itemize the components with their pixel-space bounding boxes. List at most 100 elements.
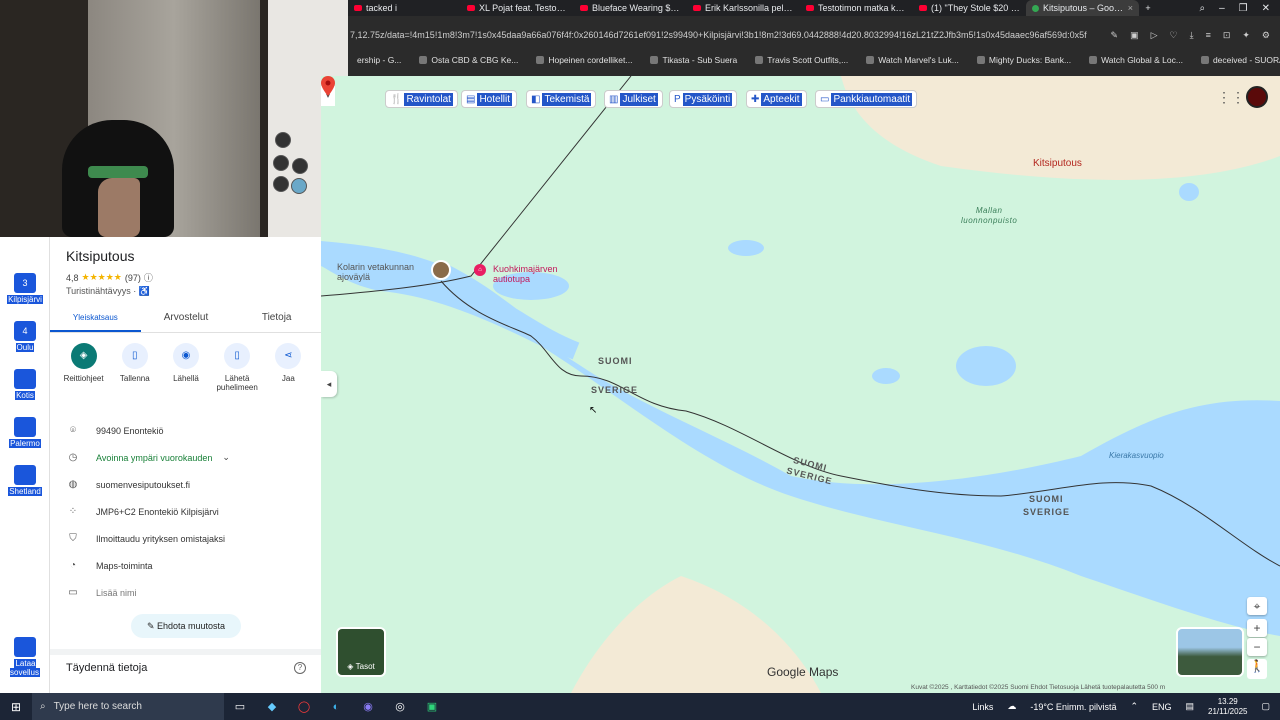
play-icon[interactable]: ▷	[1151, 30, 1158, 41]
clock[interactable]: 13.29 21/11/2025	[1208, 697, 1247, 717]
bookmark[interactable]: Hopeinen cordelliket...	[527, 55, 641, 65]
menu-icon[interactable]: ≡	[1206, 30, 1211, 41]
info-icon[interactable]: ⓘ	[144, 271, 153, 284]
windows-start-icon[interactable]: ⊞	[0, 700, 32, 714]
taskbar-search[interactable]: ⌕ Type here to search	[32, 693, 224, 720]
screenshot-icon[interactable]: ▣	[1130, 30, 1139, 41]
sidebar-item[interactable]: Shetland	[6, 465, 44, 496]
shelter-icon[interactable]: ⌂	[474, 264, 486, 276]
close-tab-icon[interactable]: ×	[1128, 3, 1133, 13]
bookmark[interactable]: Travis Scott Outfits,...	[746, 55, 857, 65]
website-row[interactable]: ◍ suomenvesiputoukset.fi	[50, 471, 321, 498]
tab-reviews[interactable]: Arvostelut	[141, 309, 232, 332]
pegman-icon[interactable]: 🚶	[1247, 659, 1267, 679]
task-view-icon[interactable]: ▭	[224, 700, 256, 713]
poi-photo[interactable]	[431, 260, 451, 280]
tab-overview[interactable]: Yleiskatsaus	[50, 309, 141, 332]
add-label-row[interactable]: ▭ Lisää nimi	[50, 579, 321, 606]
zoom-out-button[interactable]: −	[1247, 638, 1267, 656]
poi-label[interactable]: Kuohkimajärven autiotupa	[493, 264, 558, 284]
bookmark[interactable]: Watch Global & Loc...	[1080, 55, 1192, 65]
notifications-icon[interactable]: ▢	[1261, 701, 1270, 712]
category-chip-parking[interactable]: P Pysäköinti	[669, 90, 738, 108]
directions-button[interactable]: ◈ Reittiohjeet	[59, 343, 109, 392]
share-button[interactable]: ⋖ Jaa	[263, 343, 313, 392]
category-chip-atms[interactable]: ▭ Pankkiautomaatit	[815, 90, 918, 108]
tray-chevron-icon[interactable]: ⌃	[1130, 701, 1138, 712]
address-row[interactable]: ⌾ 99490 Enontekiö	[50, 417, 321, 444]
map-canvas[interactable]: ▾ 🍴Ravintolat ▤Hotellit ◧Tekemistä ▥Julk…	[321, 76, 1280, 693]
sidebar-item[interactable]: 4 Oulu	[6, 321, 44, 352]
network-icon[interactable]: ▤	[1186, 701, 1195, 712]
links-toolbar[interactable]: Links	[972, 702, 993, 712]
save-button[interactable]: ▯ Tallenna	[110, 343, 160, 392]
help-icon[interactable]: ?	[294, 662, 306, 674]
extension-icon[interactable]: ✦	[1242, 30, 1250, 41]
browser-tab[interactable]: (1) "They Stole $20 MILLIO	[913, 0, 1026, 16]
rating-row[interactable]: 4,8 ★★★★★ (97) ⓘ	[66, 271, 153, 284]
send-to-phone-button[interactable]: ▯ Lähetä puhelimeen	[212, 343, 262, 392]
bookmark[interactable]: Tikasta - Sub Suera	[641, 55, 746, 65]
edit-icon[interactable]: ✎	[1111, 30, 1119, 41]
street-view-preview[interactable]	[1176, 627, 1244, 677]
close-window-icon[interactable]: ✕	[1262, 3, 1270, 14]
sidebar-item[interactable]: Palermo	[6, 417, 44, 448]
minimize-icon[interactable]: –	[1219, 3, 1225, 14]
poi-label[interactable]: Kolarin vetakunnan ajoväylä	[337, 262, 414, 282]
location-pin-icon[interactable]	[321, 76, 335, 96]
tab-about[interactable]: Tietoja	[231, 309, 321, 332]
nearby-button[interactable]: ◉ Lähellä	[161, 343, 211, 392]
browser-tab-active[interactable]: Kitsiputous – Google Map×	[1026, 0, 1139, 16]
bookmark[interactable]: Mighty Ducks: Bank...	[968, 55, 1080, 65]
weather-icon[interactable]: ☁	[1007, 701, 1016, 712]
collapse-panel-button[interactable]: ◂	[321, 371, 337, 397]
discord-icon[interactable]: ◉	[352, 700, 384, 713]
category-chip-pharmacies[interactable]: ✚ Apteekit	[746, 90, 807, 108]
search-tabs-icon[interactable]: ⌕	[1199, 3, 1205, 14]
settings-icon[interactable]: ⚙	[1262, 30, 1270, 41]
browser-tab[interactable]: Erik Karlssonilla peli maitt	[687, 0, 800, 16]
app-icon[interactable]: ▣	[416, 700, 448, 713]
download-icon[interactable]: ⤓	[1190, 30, 1194, 41]
app-icon[interactable]: ◆	[256, 700, 288, 713]
address-bar[interactable]: 7,12.75z/data=!4m15!1m8!3m7!1s0x45daa9a6…	[348, 26, 1280, 44]
my-location-icon[interactable]: ⌖	[1247, 597, 1267, 615]
pin-label[interactable]: Kitsiputous	[1033, 158, 1082, 169]
bookmark[interactable]: Watch Marvel's Luk...	[857, 55, 968, 65]
plus-code-row[interactable]: ⁘ JMP6+C2 Enontekiö Kilpisjärvi	[50, 498, 321, 525]
category-chip-restaurants[interactable]: 🍴 Ravintolat	[385, 90, 458, 108]
favorite-icon[interactable]: ♡	[1170, 30, 1178, 41]
browser-tab[interactable]: tacked i	[348, 0, 461, 16]
browser-edge-icon[interactable]: ◐	[320, 701, 352, 713]
browser-opera-icon[interactable]: ◯	[288, 700, 320, 713]
sidebar-item[interactable]: Kotis	[6, 369, 44, 400]
category-chip-things-to-do[interactable]: ◧ Tekemistä	[526, 90, 597, 108]
claim-business-row[interactable]: ⛉ Ilmoittaudu yrityksen omistajaksi	[50, 525, 321, 552]
map-footer[interactable]: Kuvat ©2025 , Karttatiedot ©2025 Suomi E…	[911, 684, 1165, 691]
url-text[interactable]: 7,12.75z/data=!4m15!1m8!3m7!1s0x45daa9a6…	[348, 30, 1111, 40]
new-tab-button[interactable]: +	[1139, 3, 1157, 13]
bookmark[interactable]: deceived - SUORAT...	[1192, 55, 1280, 65]
browser-tab[interactable]: Blueface Wearing $700,00	[574, 0, 687, 16]
bookmark[interactable]: Osta CBD & CBG Ke...	[410, 55, 527, 65]
review-count[interactable]: (97)	[125, 273, 141, 283]
browser-tab[interactable]: XL Pojat feat. TestoTimo	[461, 0, 574, 16]
sidebar-item[interactable]: 3 Kilpisjärvi	[6, 273, 44, 304]
app-icon[interactable]: ◎	[384, 700, 416, 713]
layers-button[interactable]: ◈ Tasot	[336, 627, 386, 677]
category-chip-hotels[interactable]: ▤ Hotellit	[461, 90, 518, 108]
bookmark[interactable]: ership - G...	[348, 55, 410, 65]
chevron-down-icon[interactable]: ⌄	[222, 452, 230, 463]
suggest-edit-button[interactable]: ✎ Ehdota muutosta	[131, 614, 241, 638]
lock-icon[interactable]: ⊡	[1223, 30, 1231, 41]
maps-activity-row[interactable]: ◔ Maps-toiminta	[50, 552, 321, 579]
restore-icon[interactable]: ❐	[1239, 3, 1248, 14]
language-indicator[interactable]: ENG	[1152, 702, 1172, 712]
category-chip-transit[interactable]: ▥ Julkiset	[604, 90, 663, 108]
browser-tab[interactable]: Testotimon matka kampp	[800, 0, 913, 16]
hours-row[interactable]: ◷ Avoinna ympäri vuorokauden ⌄	[50, 444, 321, 471]
account-avatar[interactable]	[1246, 86, 1268, 108]
zoom-in-button[interactable]: +	[1247, 619, 1267, 637]
sidebar-item[interactable]: Lataa sovellus	[6, 637, 44, 677]
weather-text[interactable]: -19°C Enimm. pilvistä	[1030, 702, 1116, 712]
